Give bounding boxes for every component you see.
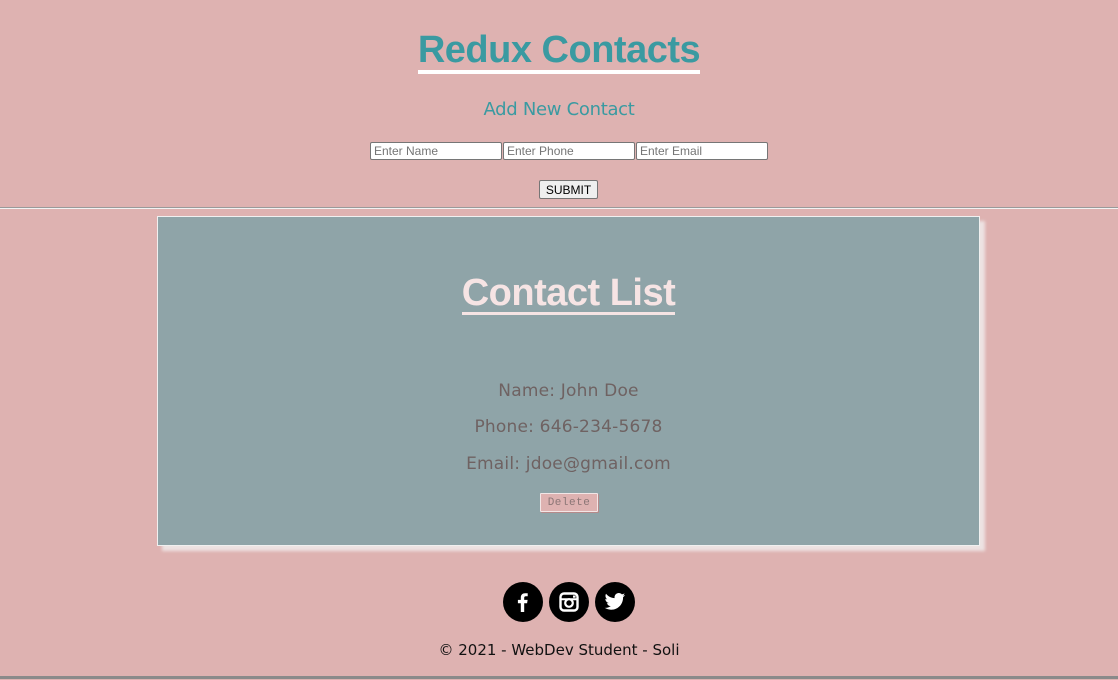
contact-list-title: Contact List [158, 273, 979, 315]
contact-phone: Phone: 646-234-5678 [474, 417, 663, 437]
contact-list-title-text: Contact List [461, 272, 676, 315]
page-title: Redux Contacts [0, 28, 1118, 74]
phone-input[interactable] [503, 142, 635, 160]
page-title-text: Redux Contacts [417, 30, 701, 74]
add-contact-heading: Add New Contact [483, 99, 635, 120]
add-contact-form [370, 142, 768, 160]
twitter-icon[interactable] [595, 582, 635, 622]
contact-list-panel: Contact List Name: John Doe Phone: 646-2… [157, 216, 980, 546]
instagram-icon[interactable] [549, 582, 589, 622]
name-input[interactable] [370, 142, 502, 160]
section-divider [0, 207, 1118, 209]
submit-button[interactable]: SUBMIT [539, 180, 598, 199]
delete-contact-button[interactable]: Delete [540, 493, 598, 512]
email-input[interactable] [636, 142, 768, 160]
contact-name: Name: John Doe [498, 381, 639, 401]
social-links [503, 582, 635, 622]
bottom-border [0, 676, 1118, 679]
copyright-text: © 2021 - WebDev Student - Soli [438, 641, 680, 659]
facebook-icon[interactable] [503, 582, 543, 622]
contact-email: Email: jdoe@gmail.com [466, 454, 671, 474]
